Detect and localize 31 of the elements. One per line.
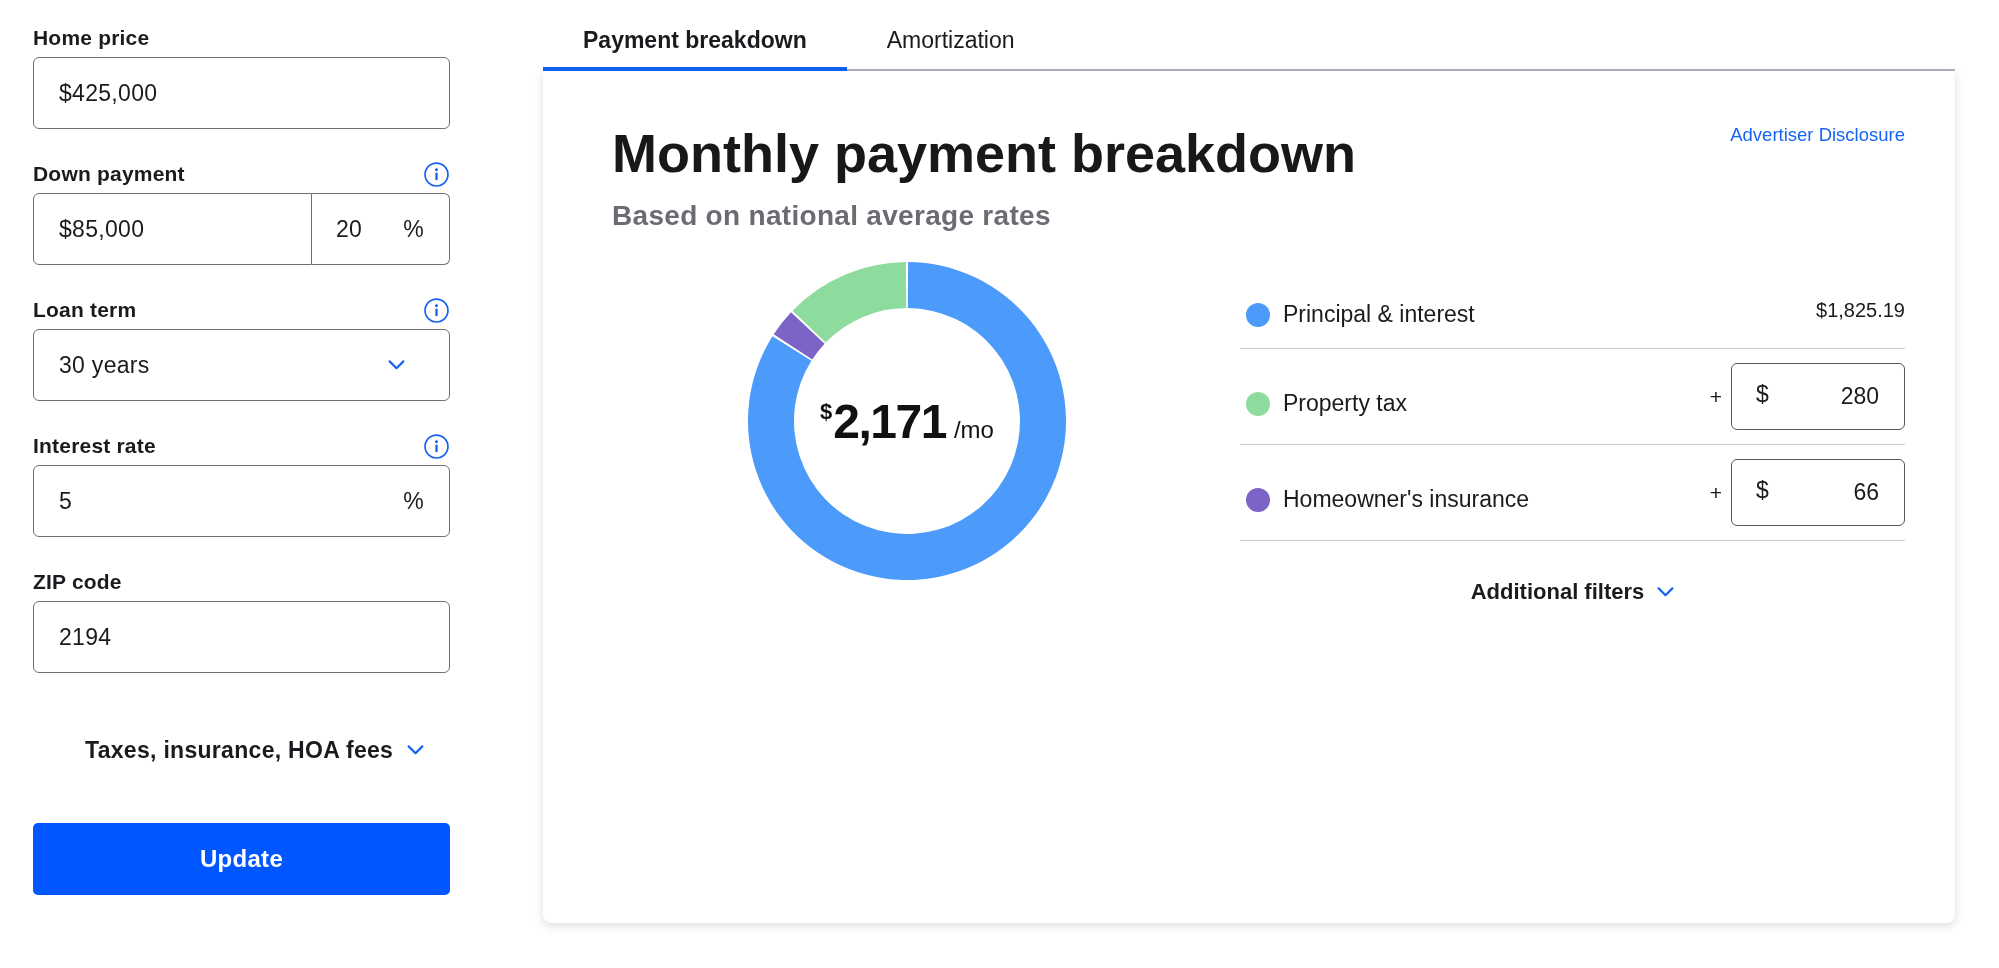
field-label: Down payment — [33, 161, 185, 187]
amount-field[interactable]: $ 280 — [1731, 363, 1905, 430]
expand-toggle[interactable]: Taxes, insurance, HOA fees — [85, 735, 425, 765]
info-icon[interactable] — [424, 433, 449, 459]
card-title: Monthly payment breakdown — [612, 122, 1357, 185]
field-label: ZIP code — [33, 569, 122, 595]
amount-value: $1,825.19 — [1816, 299, 1905, 322]
chevron-icon — [388, 360, 405, 370]
input-field[interactable]: $425,000 — [33, 57, 450, 129]
field-label: Interest rate — [33, 433, 156, 459]
legend-label: Homeowner's insurance — [1283, 486, 1530, 513]
disclosure-link[interactable]: Advertiser Disclosure — [1730, 124, 1905, 146]
plus-sign: + — [1709, 384, 1722, 409]
plus-sign: + — [1709, 480, 1722, 505]
input-field[interactable]: $85,000 — [33, 193, 312, 265]
filters-toggle[interactable]: Additional filters — [1470, 577, 1675, 607]
card-subtitle: Based on national average rates — [612, 199, 1052, 233]
info-icon[interactable] — [424, 297, 449, 323]
field-label: Loan term — [33, 297, 137, 323]
input-field[interactable]: 5 % — [33, 465, 450, 537]
info-icon[interactable] — [424, 161, 449, 187]
update-button[interactable]: Update — [33, 823, 450, 895]
legend-label: Property tax — [1283, 390, 1408, 417]
field-label: Home price — [33, 25, 150, 51]
dropdown-select[interactable]: 30 years — [33, 329, 450, 401]
percent-field[interactable]: 20 % — [312, 193, 450, 265]
amount-field[interactable]: $ 66 — [1731, 459, 1905, 526]
monthly-total: $2,171 /mo — [820, 393, 994, 449]
legend-label: Principal & interest — [1283, 301, 1476, 328]
tab[interactable]: Amortization — [846, 0, 1055, 71]
input-field[interactable]: 2194 — [33, 601, 450, 673]
